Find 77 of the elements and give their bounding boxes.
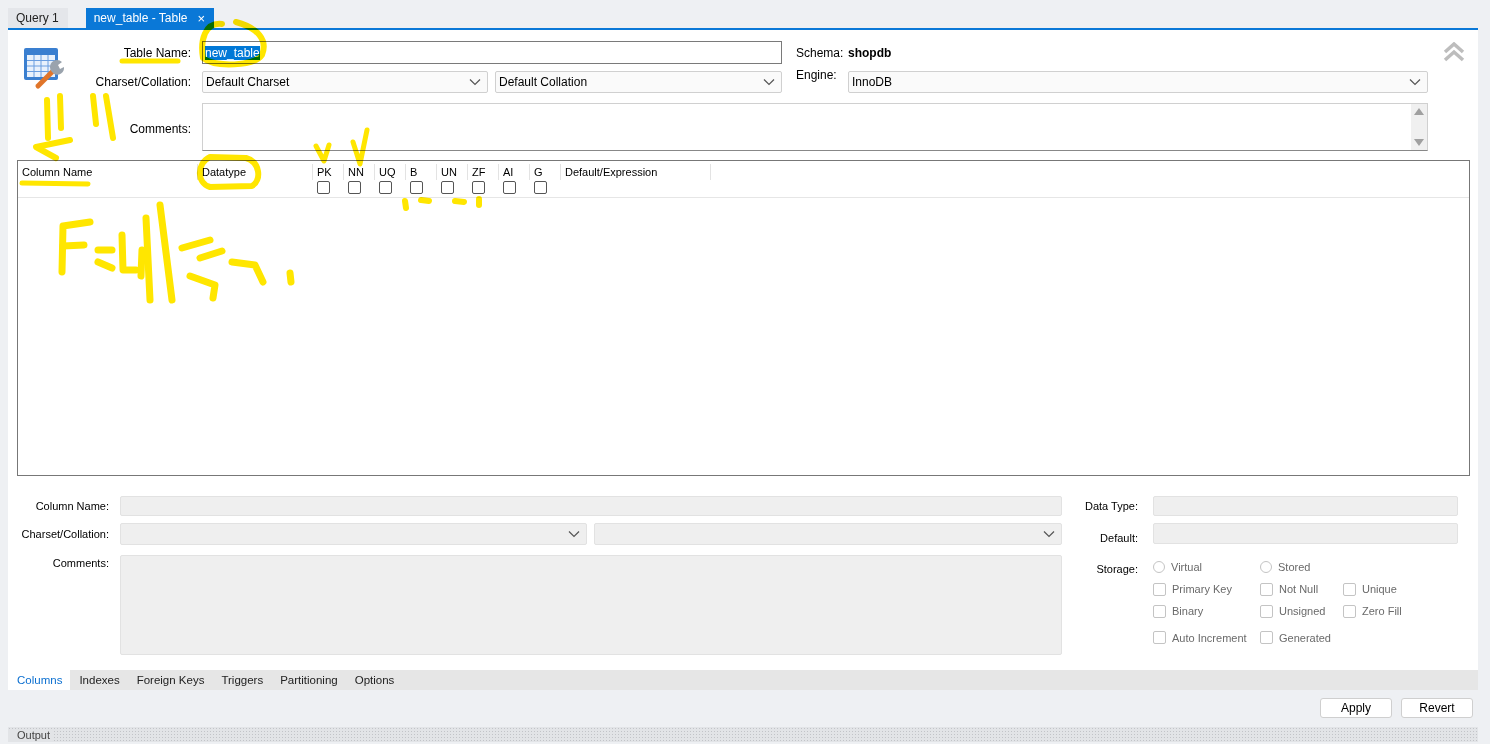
comments-field[interactable] [202,103,1428,151]
action-button[interactable]: Apply [1320,698,1392,718]
scroll-down-icon[interactable] [1414,139,1424,146]
charset-dropdown[interactable] [120,523,587,545]
section-tab[interactable]: Partitioning [271,670,346,690]
field-label: Schema: [795,45,841,60]
column-header: AI [502,165,515,180]
column-header: Datatype [198,164,313,180]
field-label: Default: [1100,532,1139,544]
option-label: Stored [1278,561,1311,573]
engine-dropdown[interactable]: InnoDB [848,71,1428,93]
checkbox[interactable] [472,181,485,194]
collation-dropdown[interactable]: Default Collation [495,71,782,93]
schema-name: shopdb [848,45,893,60]
panel-title: Output [8,729,55,742]
checkbox[interactable] [379,181,392,194]
section-tab[interactable]: Columns [8,670,71,690]
highlight-underline [119,58,181,64]
column-header: PK [316,165,333,180]
column-header: UN [440,165,458,180]
comments-field[interactable] [120,555,1062,655]
field-label: Engine: [795,68,838,84]
chevron-down-icon [568,530,580,538]
close-button[interactable]: × [197,11,206,25]
editor-tab[interactable]: new_table - Table × [85,8,215,28]
chevron-down-icon [763,78,775,86]
checkbox[interactable] [317,181,330,194]
option-label: Auto Increment [1172,631,1247,644]
section-tab[interactable]: Options [345,670,403,690]
chevron-down-icon [1043,530,1055,538]
checkbox[interactable] [534,181,547,194]
option-label: Zero Fill [1362,605,1402,617]
column-header: ZF [471,165,487,180]
column-header: Column Name [18,164,198,180]
collapse-icon[interactable] [1443,42,1465,62]
option-label: Virtual [1171,561,1202,573]
checkbox[interactable] [348,181,361,194]
option-label: Unique [1362,583,1397,595]
option-label: Primary Key [1172,583,1232,595]
column-header: NN [347,165,365,180]
option-label: Binary [1172,605,1204,617]
check-mark [313,142,332,164]
section-tab[interactable]: Foreign Keys [127,670,213,690]
section-tab[interactable]: Indexes [70,670,128,690]
field-label: Comments: [52,557,110,569]
field-label: Data Type: [1085,500,1139,512]
option-label: Generated [1279,631,1331,644]
checkbox[interactable] [441,181,454,194]
highlight-underline [19,180,91,187]
table-name-field[interactable]: new_table [202,41,782,64]
column-header: B [409,165,419,180]
collation-dropdown[interactable] [594,523,1062,545]
checkbox[interactable] [410,181,423,194]
option-label: Unsigned [1279,605,1326,617]
field-label: Table Name: [123,45,192,60]
editor-tab[interactable]: Query 1 [8,8,68,28]
check-mark [350,127,370,167]
field-label: Charset/Collation: [95,75,192,89]
arrow-scribble-drawing [33,137,73,161]
checkbox[interactable] [503,181,516,194]
highlighter-strokes-drawing [44,93,116,141]
column-header: UQ [378,165,397,180]
default-field[interactable] [1153,523,1458,544]
chevron-down-icon [469,78,481,86]
column-header: G [533,165,544,180]
section-tab[interactable]: Triggers [212,670,272,690]
field-label: Comments: [129,122,192,136]
column-header: Default/Expression [561,164,711,180]
option-label: Not Null [1279,583,1319,595]
field-label: Column Name: [35,500,110,512]
field-label: Storage: [1096,563,1139,575]
data-type-field[interactable] [1153,496,1458,516]
charset-dropdown[interactable]: Default Charset [202,71,488,93]
chevron-down-icon [1409,78,1421,86]
action-button[interactable]: Revert [1401,698,1473,718]
field-label: Charset/Collation: [21,528,110,540]
scroll-up-icon[interactable] [1414,108,1424,115]
